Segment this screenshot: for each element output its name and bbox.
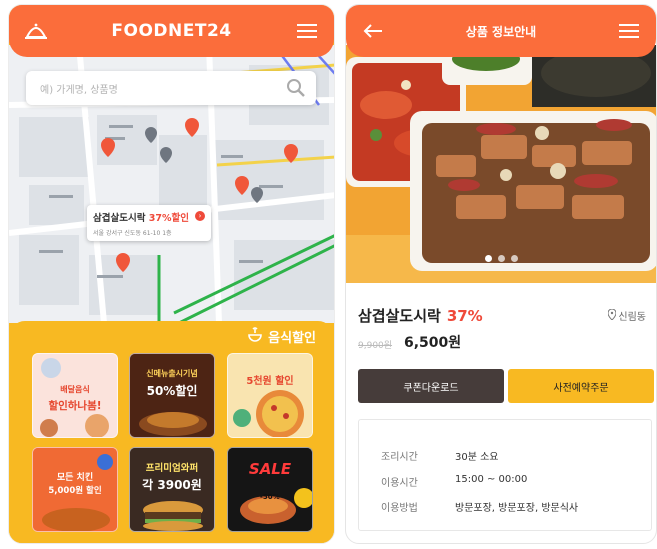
promo-tile-art xyxy=(33,354,117,437)
promo-section-title: 음식할인 xyxy=(247,326,316,346)
info-label: 조리시간 xyxy=(381,452,418,463)
promo-tile[interactable]: 모든 치킨 5,000원 할인 xyxy=(32,447,118,532)
top-bar: FOODNET24 xyxy=(9,5,334,57)
popup-address: 서울 강서구 신도동 61-10 1층 xyxy=(93,230,172,237)
product-title: 삼겹살도시락 37% xyxy=(358,305,483,326)
promo-tile[interactable]: SALE -50% xyxy=(227,447,313,532)
promo-tile-art xyxy=(228,354,312,437)
promo-tile-line1: 5천원 할인 xyxy=(246,376,294,387)
location-text: 신림동 xyxy=(618,312,646,323)
promo-tile[interactable]: 5천원 할인 xyxy=(227,353,313,438)
carousel-dot[interactable] xyxy=(510,255,518,262)
promo-tile-line1: 배달음식 xyxy=(60,385,90,394)
map-store-popup[interactable]: 삼겹살도시락 37%할인 서울 강서구 신도동 61-10 1층 › xyxy=(87,205,211,241)
brand-logo: FOODNET24 xyxy=(111,21,232,41)
promo-tile-line2: -50% xyxy=(260,493,280,501)
promo-section: 음식할인 배달음식 할인하나봄! 신메뉴출시기념 50%할인 5천원 할인 모든… xyxy=(9,321,334,543)
promo-tile[interactable]: 신메뉴출시기념 50%할인 xyxy=(129,353,215,438)
back-arrow-icon[interactable] xyxy=(360,19,386,43)
promo-tile-line1: 프리미엄와퍼 xyxy=(145,463,199,474)
food-discount-icon xyxy=(247,326,263,346)
info-label: 이용시간 xyxy=(381,478,418,489)
promo-tile-line1: 신메뉴출시기념 xyxy=(146,369,198,378)
popup-discount: 37%할인 xyxy=(148,213,189,224)
info-value: 30분 소요 xyxy=(455,452,499,463)
chevron-right-icon[interactable]: › xyxy=(195,211,205,221)
popup-title-row: 삼겹살도시락 37%할인 xyxy=(93,210,205,224)
top-bar: 상품 정보안내 xyxy=(346,5,656,57)
carousel-dot[interactable] xyxy=(497,255,505,262)
promo-tile-line1: 모든 치킨 xyxy=(56,473,94,483)
location-pin-icon xyxy=(607,307,617,323)
preorder-button[interactable]: 사전예약주문 xyxy=(508,369,654,403)
home-icon[interactable] xyxy=(23,19,49,43)
promo-tile-line2: 할인하나봄! xyxy=(48,400,102,412)
map-screen: FOODNET24 예) 가게명, 상품명 삼겹살도시락 37%할인 서울 강서… xyxy=(8,4,335,544)
menu-icon[interactable] xyxy=(294,19,320,43)
promo-tile-line1: SALE xyxy=(248,460,292,478)
product-info-box: 조리시간 30분 소요 이용시간 15:00 ~ 00:00 이용방법 방문포장… xyxy=(358,419,652,531)
search-placeholder: 예) 가게명, 상품명 xyxy=(40,84,118,96)
page-title: 상품 정보안내 xyxy=(465,24,537,39)
product-discount: 37% xyxy=(446,307,483,325)
carousel-indicator xyxy=(346,255,656,262)
search-icon[interactable] xyxy=(286,78,306,102)
promo-tile[interactable]: 배달음식 할인하나봄! xyxy=(32,353,118,438)
promo-tile[interactable]: 프리미엄와퍼 각 3900원 xyxy=(129,447,215,532)
info-label: 이용방법 xyxy=(381,503,418,514)
original-price: 9,900원 xyxy=(358,341,393,351)
product-screen: 상품 정보안내 삼겹살도시락 37% 신림동 9,900원 6,500원 쿠폰다운… xyxy=(345,4,657,544)
store-location[interactable]: 신림동 xyxy=(607,307,646,323)
carousel-dot[interactable] xyxy=(484,255,492,262)
coupon-download-button[interactable]: 쿠폰다운로드 xyxy=(358,369,504,403)
product-photo xyxy=(346,45,656,283)
sale-price: 6,500원 xyxy=(404,335,462,351)
menu-icon[interactable] xyxy=(616,19,642,43)
popup-store-name: 삼겹살도시락 xyxy=(93,213,146,224)
product-image[interactable] xyxy=(346,45,656,283)
info-value: 15:00 ~ 00:00 xyxy=(455,474,528,485)
search-input[interactable]: 예) 가게명, 상품명 xyxy=(26,71,316,105)
info-value: 방문포장, 방문포장, 방문식사 xyxy=(455,503,579,514)
promo-tile-line2: 5,000원 할인 xyxy=(48,486,102,496)
promo-title-text: 음식할인 xyxy=(268,330,316,346)
product-name: 삼겹살도시락 xyxy=(358,307,441,325)
promo-tile-line2: 50%할인 xyxy=(146,384,198,398)
promo-tile-line2: 각 3900원 xyxy=(142,478,202,492)
